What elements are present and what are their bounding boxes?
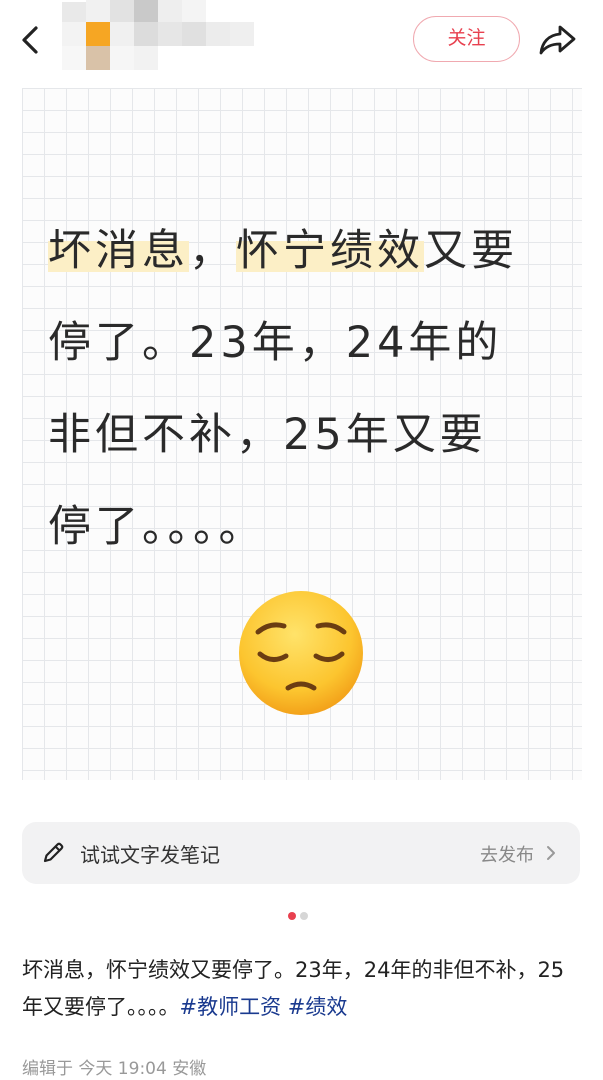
line1-rest: 又要 (424, 226, 518, 276)
note-line-2: 停了。23年，24年的 (48, 318, 503, 368)
note-detail-page: 关注 坏消息，怀宁绩效又要 停了。23年，24年的 非但不补，25年又要 停了。… (0, 0, 603, 1080)
highlight-bad-news: 坏消息 (48, 226, 189, 276)
chevron-right-icon (547, 846, 555, 860)
note-line-4: 停了。。。。 (48, 502, 266, 552)
image-pager-dots (288, 912, 318, 922)
try-text-note-bar[interactable]: 试试文字发笔记 去发布 (22, 822, 580, 884)
share-button[interactable] (536, 19, 580, 59)
top-bar: 关注 (0, 0, 603, 82)
publish-link[interactable]: 去发布 (480, 841, 534, 867)
pager-dot (300, 912, 308, 920)
pensive-face-emoji (239, 591, 363, 715)
composer-label: 试试文字发笔记 (80, 843, 220, 867)
edit-meta: 编辑于 今天 19:04 安徽 (22, 1059, 207, 1079)
share-arrow-icon (539, 25, 576, 55)
note-image[interactable]: 坏消息，怀宁绩效又要 停了。23年，24年的 非但不补，25年又要 停了。。。。 (22, 88, 582, 780)
pen-icon (43, 842, 64, 863)
follow-button[interactable]: 关注 (413, 16, 520, 62)
note-line-1: 坏消息，怀宁绩效又要 (48, 205, 568, 297)
note-handwritten-text: 坏消息，怀宁绩效又要 停了。23年，24年的 非但不补，25年又要 停了。。。。 (48, 205, 568, 573)
note-line-3: 非但不补，25年又要 (48, 410, 487, 460)
hashtag-teacher-salary[interactable]: #教师工资 (180, 995, 282, 1019)
author-avatar-pixelated[interactable] (62, 0, 262, 80)
highlight-performance: 怀宁绩效 (236, 226, 424, 276)
comma: ， (189, 226, 236, 276)
hashtag-performance[interactable]: #绩效 (288, 995, 348, 1019)
pager-dot-active (288, 912, 296, 920)
note-caption: 坏消息，怀宁绩效又要停了。23年，24年的非但不补，25年又要停了。。。。#教师… (22, 952, 582, 1026)
back-button[interactable] (14, 20, 50, 60)
chevron-left-icon (22, 26, 38, 54)
